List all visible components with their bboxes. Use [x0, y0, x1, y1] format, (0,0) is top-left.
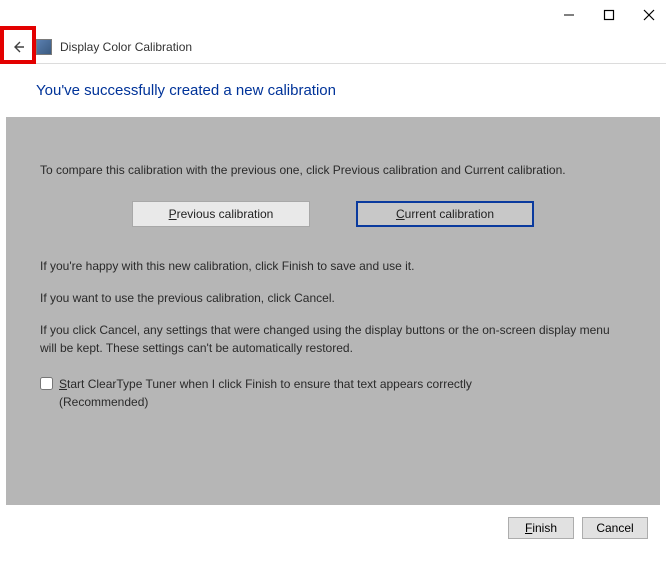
back-button-highlight	[0, 26, 36, 64]
previous-calibration-button[interactable]: Previous calibration	[132, 201, 310, 227]
cancel-button[interactable]: Cancel	[582, 517, 648, 539]
cancel-note: If you click Cancel, any settings that w…	[40, 321, 626, 357]
cleartype-text-2: (Recommended)	[59, 395, 148, 409]
cancel-instruction: If you want to use the previous calibrat…	[40, 289, 626, 307]
close-button[interactable]	[640, 6, 658, 24]
finish-rest: inish	[532, 521, 557, 535]
maximize-button[interactable]	[600, 6, 618, 24]
content-panel: To compare this calibration with the pre…	[6, 117, 660, 505]
finish-instruction: If you're happy with this new calibratio…	[40, 257, 626, 275]
header-bar: Display Color Calibration	[0, 30, 666, 64]
current-calibration-button[interactable]: Current calibration	[356, 201, 534, 227]
finish-button[interactable]: Finish	[508, 517, 574, 539]
cleartype-text-1: tart ClearType Tuner when I click Finish…	[67, 377, 472, 391]
page-heading: You've successfully created a new calibr…	[0, 64, 666, 117]
app-icon	[36, 39, 52, 55]
compare-button-row: Previous calibration Current calibration	[40, 201, 626, 227]
compare-instruction: To compare this calibration with the pre…	[40, 161, 626, 179]
prev-cal-rest: revious calibration	[177, 207, 274, 221]
cleartype-checkbox[interactable]	[40, 377, 53, 390]
footer-bar: Finish Cancel	[0, 505, 666, 539]
cleartype-checkbox-row: Start ClearType Tuner when I click Finis…	[40, 375, 626, 411]
minimize-button[interactable]	[560, 6, 578, 24]
cleartype-label[interactable]: Start ClearType Tuner when I click Finis…	[59, 375, 626, 411]
window-titlebar	[0, 0, 666, 30]
curr-cal-rest: urrent calibration	[405, 207, 494, 221]
app-title: Display Color Calibration	[60, 40, 192, 54]
